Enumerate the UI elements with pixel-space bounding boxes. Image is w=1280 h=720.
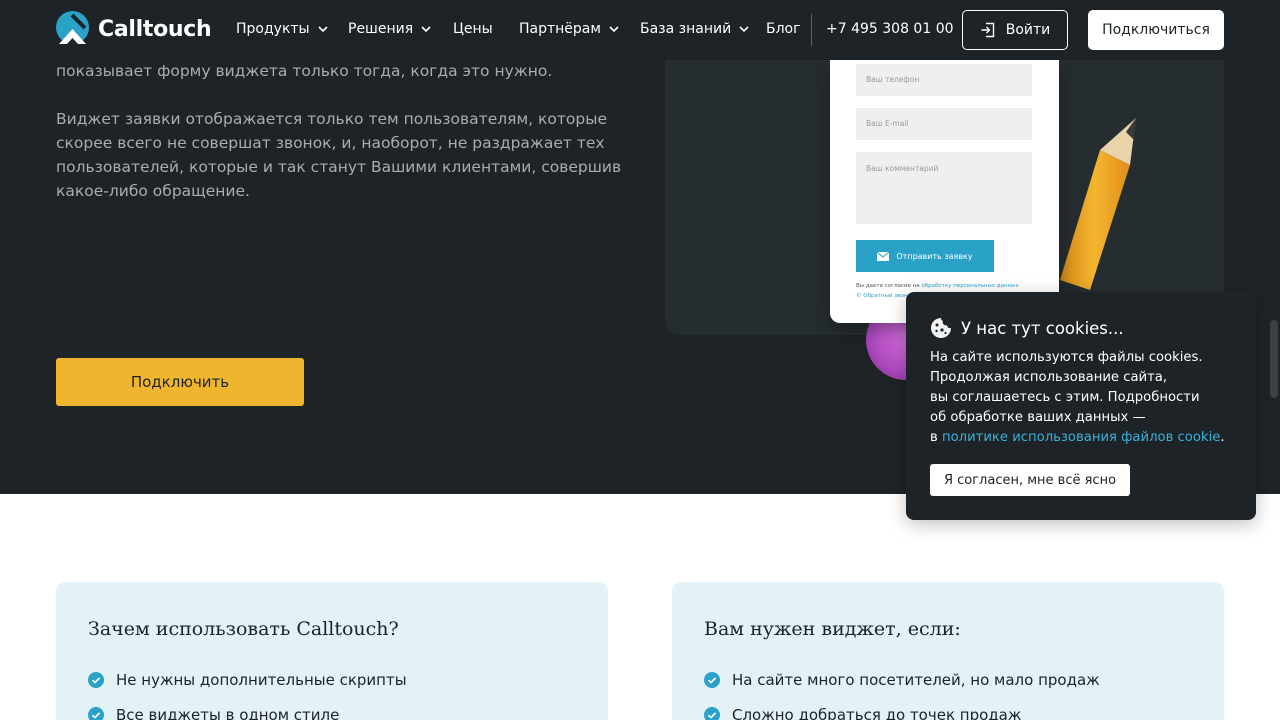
cookie-text: На сайте используются файлы cookies. Про… [930,348,1230,448]
cookie-line-end: . [1220,430,1225,445]
email-field: Ваш E-mail [856,108,1032,140]
consent-prefix: Вы даете согласие на [856,283,920,289]
list-item-text: Сложно добраться до точек продаж [732,706,1022,720]
list-item: На сайте много посетителей, но мало прод… [704,671,1100,689]
list-item-text: Не нужны дополнительные скрипты [116,671,407,689]
list-item: Не нужны дополнительные скрипты [88,671,407,689]
nav-item-prices[interactable]: Цены [453,21,493,37]
nav-item-label: Цены [453,21,493,37]
card-title: Зачем использовать Calltouch? [88,618,399,640]
check-circle-icon [88,707,104,720]
nav-item-products[interactable]: Продукты [236,21,329,37]
cookie-icon [931,318,951,338]
chevron-down-icon [609,26,619,33]
cookie-line: На сайте используются файлы cookies. [930,350,1203,365]
cookie-policy-link[interactable]: политике использования файлов cookie [942,430,1220,445]
chevron-down-icon [421,26,431,33]
cookie-line: об обработке ваших данных — [930,410,1146,425]
scrollbar-thumb[interactable] [1270,320,1278,398]
connect-cta-button[interactable]: Подключить [56,358,304,406]
phone-link[interactable]: +7 495 308 01 00 [826,21,954,37]
calltouch-logo-icon [56,10,89,44]
logo-text: Calltouch [98,16,212,42]
nav-item-label: Партнёрам [519,21,601,37]
check-circle-icon [88,672,104,688]
nav-item-label: Блог [766,21,801,37]
list-item-text: На сайте много посетителей, но мало прод… [732,671,1100,689]
logo[interactable]: Calltouch [56,10,212,48]
cookie-accept-button[interactable]: Я согласен, мне всё ясно [930,464,1130,496]
nav-item-partners[interactable]: Партнёрам [519,21,620,37]
connect-button[interactable]: Подключиться [1088,10,1224,50]
nav-divider [811,14,812,46]
consent-link: обработку персональных данных [921,283,1019,289]
login-icon [981,22,994,38]
envelope-icon [877,251,890,261]
list-item: Все виджеты в одном стиле [88,706,339,720]
nav-item-solutions[interactable]: Решения [348,21,432,37]
login-button[interactable]: Войти [962,10,1068,50]
hero-paragraph-1: показывает форму виджета только тогда, к… [56,62,553,80]
widget-form-preview: Ваш телефон Ваш E-mail Ваш комментарий О… [830,60,1059,323]
login-label: Войти [1005,22,1051,38]
chevron-down-icon [739,26,749,33]
widget-needed-card: Вам нужен виджет, если: На сайте много п… [672,582,1224,720]
nav-item-knowledge-base[interactable]: База знаний [640,21,750,37]
cookie-line: Продолжая использование сайта, [930,370,1168,385]
cookie-line: в [930,430,938,445]
cookie-line: вы соглашаетесь с этим. Подробности [930,390,1200,405]
nav-item-label: Продукты [236,21,310,37]
nav-item-blog[interactable]: Блог [766,21,800,37]
cookie-title-text: У нас тут cookies... [961,318,1124,338]
comment-field: Ваш комментарий [856,152,1032,224]
list-item: Сложно добраться до точек продаж [704,706,1021,720]
card-title: Вам нужен виджет, если: [704,618,961,640]
why-calltouch-card: Зачем использовать Calltouch? Не нужны д… [56,582,608,720]
nav-item-label: База знаний [640,21,732,37]
send-request-button: Отправить заявку [856,240,994,272]
nav-item-label: Решения [348,21,414,37]
cookie-title: У нас тут cookies... [930,317,1124,339]
chevron-down-icon [318,26,328,33]
phone-number: +7 495 308 01 00 [826,21,954,37]
send-label: Отправить заявку [896,251,973,261]
site-header: Calltouch Продукты Решения Цены Партнёра… [0,0,1280,60]
check-circle-icon [704,672,720,688]
cookie-banner: У нас тут cookies... На сайте используют… [906,292,1256,520]
list-item-text: Все виджеты в одном стиле [116,706,340,720]
check-circle-icon [704,707,720,720]
phone-field: Ваш телефон [856,64,1032,96]
hero-paragraph-2: Виджет заявки отображается только тем по… [56,110,622,200]
